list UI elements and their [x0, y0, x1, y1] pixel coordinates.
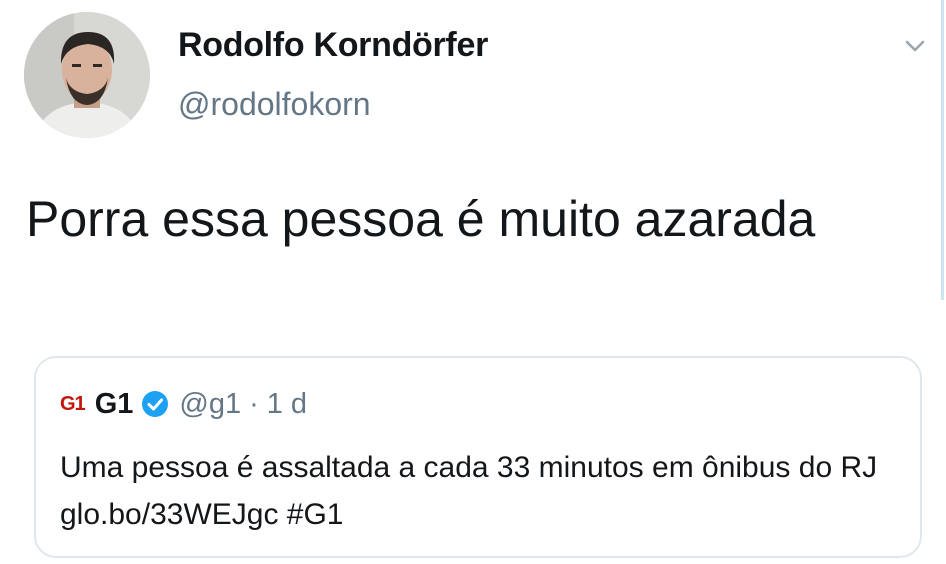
- author-avatar[interactable]: [24, 12, 150, 138]
- chevron-down-icon[interactable]: [900, 34, 930, 58]
- quoted-tweet-text: Uma pessoa é assaltada a cada 33 minutos…: [60, 451, 878, 531]
- author-handle[interactable]: @rodolfokorn: [178, 86, 371, 123]
- quoted-author-name[interactable]: G1: [95, 388, 134, 421]
- verified-badge-icon: [141, 390, 169, 418]
- author-name[interactable]: Rodolfo Korndörfer: [178, 26, 488, 65]
- quoted-tweet-header: G1 G1 @g1 · 1 d: [60, 386, 307, 422]
- quoted-tweet-card[interactable]: G1 G1 @g1 · 1 d Uma pessoa é assaltada a…: [34, 356, 922, 558]
- tweet-text: Porra essa pessoa é muito azarada: [26, 191, 816, 247]
- edge-divider: [941, 0, 944, 300]
- dot-separator: ·: [249, 387, 259, 420]
- avatar-photo: [24, 12, 150, 138]
- quoted-tweet-time[interactable]: 1 d: [267, 388, 307, 421]
- tweet: Rodolfo Korndörfer @rodolfokorn Porra es…: [0, 0, 946, 564]
- quoted-author-handle[interactable]: @g1: [179, 388, 241, 421]
- g1-logo: G1: [60, 392, 86, 415]
